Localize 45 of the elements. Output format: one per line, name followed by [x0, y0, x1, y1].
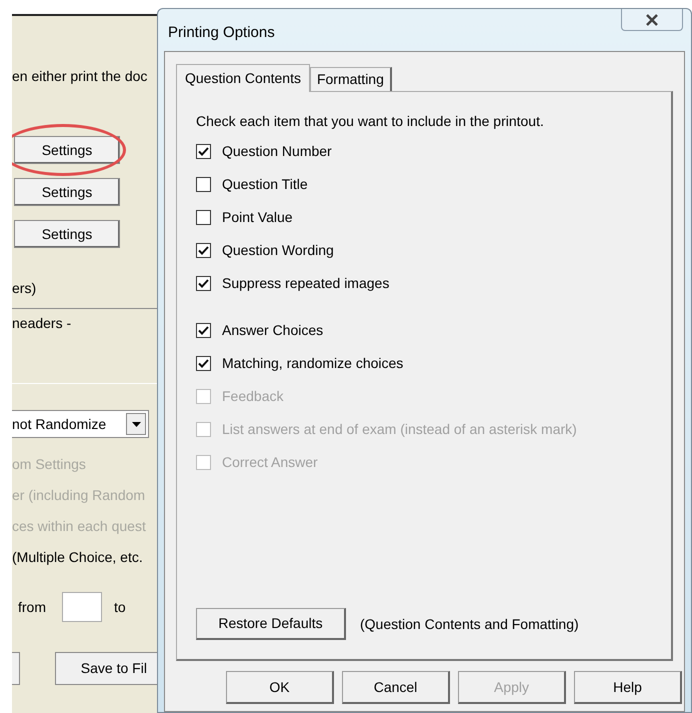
checkbox[interactable]	[196, 210, 211, 225]
checkbox[interactable]	[196, 177, 211, 192]
note-text: (Question Contents and Fomatting)	[360, 614, 579, 634]
option-text: (Multiple Choice, etc.	[12, 548, 143, 567]
checkbox[interactable]	[196, 356, 211, 371]
settings-button[interactable]: Settings	[14, 178, 120, 206]
input-field[interactable]	[62, 592, 102, 622]
close-button[interactable]	[621, 9, 683, 31]
option-text: om Settings	[12, 455, 86, 474]
restore-defaults-button[interactable]: Restore Defaults	[196, 608, 346, 640]
checkbox-label: List answers at end of exam (instead of an asterisk mark)	[222, 420, 577, 439]
checkbox[interactable]	[196, 323, 211, 338]
tab[interactable]: Formatting	[310, 67, 392, 91]
checkbox-label: Suppress repeated images	[222, 274, 390, 293]
option-text: er (including Random	[12, 486, 146, 505]
settings-button[interactable]: Settings	[14, 220, 120, 248]
dropdown-arrow-glyph	[132, 422, 140, 426]
label-text: neaders -	[12, 314, 72, 333]
button[interactable]	[12, 652, 20, 685]
option-text: ces within each quest	[12, 517, 146, 536]
checkbox-label: Question Title	[222, 175, 308, 194]
checkbox-label: Matching, randomize choices	[222, 354, 404, 373]
to-label: to	[114, 598, 126, 616]
checkbox[interactable]	[196, 276, 211, 291]
settings-button[interactable]: Settings	[14, 136, 120, 164]
dialog-button[interactable]: Help	[574, 671, 682, 704]
dialog-button[interactable]: Cancel	[342, 671, 450, 704]
label-text: ers)	[12, 279, 36, 298]
checkbox-label: Question Number	[222, 142, 332, 161]
checkbox-label: Question Wording	[222, 241, 334, 260]
checkbox-label: Answer Choices	[222, 321, 324, 340]
window-title: Printing Options	[167, 23, 275, 43]
intro-text: en either print the doc	[12, 67, 148, 86]
dialog-button[interactable]: OK	[226, 671, 334, 704]
dialog-button: Apply	[458, 671, 566, 704]
checkbox-label: Correct Answer	[222, 453, 318, 472]
checkbox-label: Feedback	[222, 387, 284, 406]
checkbox[interactable]	[196, 243, 211, 258]
order-dropdown[interactable]: not Randomize	[12, 410, 149, 438]
close-icon[interactable]	[645, 14, 659, 26]
instruction-text: Check each item that you want to include in the printout.	[196, 112, 545, 129]
from-label: from	[18, 598, 46, 616]
checkbox[interactable]	[196, 144, 211, 159]
checkbox-label: Point Value	[222, 208, 293, 227]
tab[interactable]: Question Contents	[176, 64, 310, 92]
